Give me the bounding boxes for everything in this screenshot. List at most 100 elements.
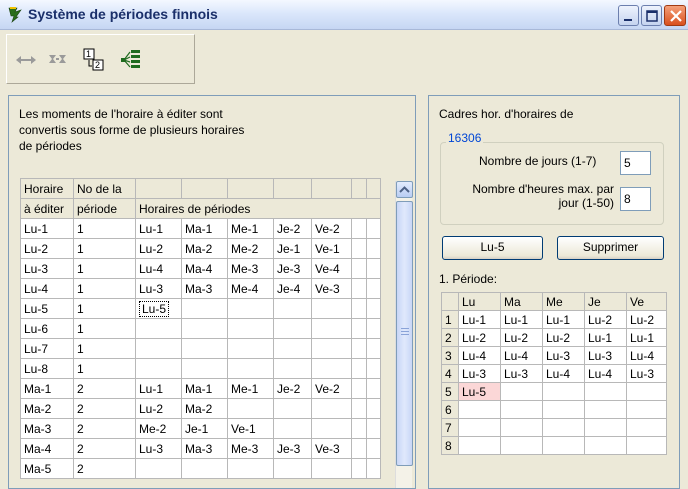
period-schedule-cell[interactable]: Ve-1 xyxy=(311,238,352,259)
table-row[interactable]: Lu-3 1 Lu-4 Ma-4 Me-3 Je-3 Ve-4 xyxy=(20,258,381,279)
period-schedule-cell[interactable]: Me-1 xyxy=(227,378,274,399)
period-slot-cell[interactable] xyxy=(500,418,543,437)
schedule-cell[interactable]: Ma-1 xyxy=(20,378,74,399)
period-schedule-cell[interactable]: Je-3 xyxy=(273,438,312,459)
delete-button[interactable]: Supprimer xyxy=(557,236,664,260)
table-row[interactable]: 7 xyxy=(441,418,667,437)
period-schedule-cell[interactable]: Je-2 xyxy=(273,218,312,239)
empty-cell[interactable] xyxy=(351,258,367,279)
period-number-cell[interactable]: 1 xyxy=(73,358,136,379)
table-row[interactable]: Ma-4 2 Lu-3 Ma-3 Me-3 Je-3 Ve-3 xyxy=(20,438,381,459)
period-number-cell[interactable]: 2 xyxy=(73,458,136,479)
period-schedule-cell[interactable]: Lu-2 xyxy=(135,398,182,419)
table-row[interactable]: Lu-6 1 xyxy=(20,318,381,339)
table-row[interactable]: Ma-2 2 Lu-2 Ma-2 xyxy=(20,398,381,419)
period-slot-cell[interactable] xyxy=(542,436,585,455)
period-schedule-cell[interactable]: Lu-3 xyxy=(135,278,182,299)
empty-cell[interactable] xyxy=(351,338,367,359)
period-number-cell[interactable]: 2 xyxy=(73,418,136,439)
period-conversion-grid[interactable]: Horaire No de la à éditer période Horair… xyxy=(20,178,415,488)
period-number-cell[interactable]: 1 xyxy=(73,238,136,259)
table-row[interactable]: Lu-5 1 Lu-5 xyxy=(20,298,381,319)
hours-input[interactable]: 8 xyxy=(620,187,651,211)
title-bar[interactable]: Système de périodes finnois xyxy=(0,0,688,30)
empty-cell[interactable] xyxy=(366,298,381,319)
period-schedule-cell[interactable]: Je-1 xyxy=(273,238,312,259)
period-schedule-cell[interactable]: Lu-2 xyxy=(135,238,182,259)
period-schedule-cell[interactable]: Me-2 xyxy=(227,238,274,259)
empty-cell[interactable] xyxy=(366,258,381,279)
table-row[interactable]: Ma-5 2 xyxy=(20,458,381,479)
period-slot-cell[interactable] xyxy=(626,418,667,437)
period-slot-cell[interactable]: Lu-1 xyxy=(458,310,501,329)
schedule-cell[interactable]: Lu-1 xyxy=(20,218,74,239)
period-slot-cell[interactable]: Lu-2 xyxy=(584,310,627,329)
period-schedule-cell[interactable]: Ma-2 xyxy=(181,398,228,419)
double-arrow-icon[interactable] xyxy=(13,47,39,73)
empty-cell[interactable] xyxy=(351,418,367,439)
scrollbar-thumb[interactable] xyxy=(396,201,413,466)
schedule-cell[interactable]: Lu-7 xyxy=(20,338,74,359)
minimize-button[interactable] xyxy=(618,5,639,26)
period-slot-cell[interactable] xyxy=(542,400,585,419)
period-slot-cell[interactable] xyxy=(500,400,543,419)
table-row[interactable]: 2 Lu-2 Lu-2 Lu-2 Lu-1 Lu-1 xyxy=(441,328,667,347)
days-input[interactable]: 5 xyxy=(620,151,651,175)
period-schedule-cell[interactable]: Me-2 xyxy=(135,418,182,439)
period-schedule-cell[interactable] xyxy=(181,458,228,479)
period-number-cell[interactable]: 1 xyxy=(73,318,136,339)
period-slot-cell[interactable] xyxy=(500,382,543,401)
period-slot-cell[interactable] xyxy=(626,400,667,419)
table-row[interactable]: Lu-8 1 xyxy=(20,358,381,379)
period-schedule-cell[interactable] xyxy=(273,338,312,359)
table-row[interactable]: Ma-1 2 Lu-1 Ma-1 Me-1 Je-2 Ve-2 xyxy=(20,378,381,399)
empty-cell[interactable] xyxy=(366,238,381,259)
period-schedule-cell[interactable]: Ve-2 xyxy=(311,218,352,239)
period-slot-cell[interactable] xyxy=(458,418,501,437)
tree-list-icon[interactable] xyxy=(119,47,145,73)
period-schedule-cell[interactable]: Ma-1 xyxy=(181,218,228,239)
period-schedule-cell[interactable]: Je-1 xyxy=(181,418,228,439)
period-slot-cell[interactable] xyxy=(626,436,667,455)
empty-cell[interactable] xyxy=(366,418,381,439)
schedule-cell[interactable]: Ma-4 xyxy=(20,438,74,459)
period-slot-cell[interactable]: Lu-3 xyxy=(626,364,667,383)
period-schedule-cell[interactable] xyxy=(273,318,312,339)
table-row[interactable]: 6 xyxy=(441,400,667,419)
period-schedule-cell[interactable]: Ma-2 xyxy=(181,238,228,259)
period-schedule-cell[interactable]: Lu-3 xyxy=(135,438,182,459)
period-schedule-cell[interactable] xyxy=(227,318,274,339)
table-row[interactable]: Lu-2 1 Lu-2 Ma-2 Me-2 Je-1 Ve-1 xyxy=(20,238,381,259)
period-schedule-cell[interactable]: Ve-4 xyxy=(311,258,352,279)
period-slot-cell[interactable] xyxy=(584,400,627,419)
schedule-cell[interactable]: Ma-5 xyxy=(20,458,74,479)
period-schedule-cell[interactable]: Je-3 xyxy=(273,258,312,279)
schedule-cell[interactable]: Lu-3 xyxy=(20,258,74,279)
period-schedule-cell[interactable]: Je-2 xyxy=(273,378,312,399)
empty-cell[interactable] xyxy=(366,338,381,359)
number-boxes-icon[interactable]: 1 2 xyxy=(81,47,107,73)
period-schedule-cell[interactable] xyxy=(227,458,274,479)
period-slot-cell[interactable] xyxy=(584,382,627,401)
schedule-cell[interactable]: Lu-8 xyxy=(20,358,74,379)
schedule-cell[interactable]: Lu-5 xyxy=(20,298,74,319)
period-schedule-cell[interactable]: Ve-1 xyxy=(227,418,274,439)
period-schedule-cell[interactable]: Me-3 xyxy=(227,258,274,279)
period-schedule-cell[interactable] xyxy=(311,358,352,379)
period-schedule-cell[interactable] xyxy=(227,398,274,419)
period-schedule-cell[interactable] xyxy=(273,398,312,419)
period-schedule-cell[interactable]: Je-4 xyxy=(273,278,312,299)
empty-cell[interactable] xyxy=(351,358,367,379)
empty-cell[interactable] xyxy=(351,438,367,459)
empty-cell[interactable] xyxy=(366,378,381,399)
period-slot-cell[interactable]: Lu-1 xyxy=(542,310,585,329)
empty-cell[interactable] xyxy=(351,398,367,419)
period-schedule-cell[interactable]: Lu-1 xyxy=(135,378,182,399)
period-schedule-cell[interactable]: Me-1 xyxy=(227,218,274,239)
period-slot-cell[interactable]: Lu-4 xyxy=(542,364,585,383)
lu5-button[interactable]: Lu-5 xyxy=(442,236,543,260)
period-slot-cell[interactable] xyxy=(542,418,585,437)
period-number-cell[interactable]: 1 xyxy=(73,278,136,299)
schedule-cell[interactable]: Lu-6 xyxy=(20,318,74,339)
period-slot-cell[interactable]: Lu-2 xyxy=(458,328,501,347)
